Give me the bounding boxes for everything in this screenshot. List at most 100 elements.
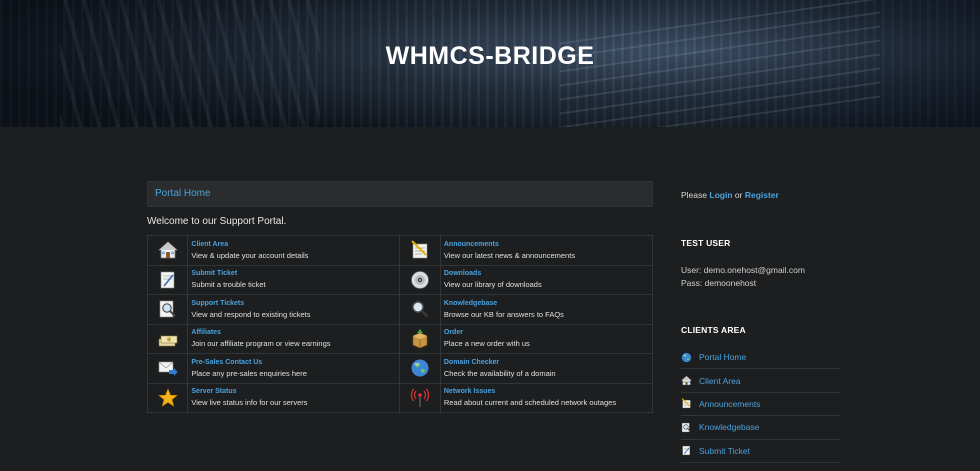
grid-icon-cell (146, 353, 189, 384)
globe-icon (681, 352, 692, 363)
disc-icon (410, 270, 430, 290)
grid-item-link[interactable]: Downloads (444, 269, 652, 279)
grid-row: Server Status View live status info for o… (146, 382, 654, 413)
house-icon (158, 240, 178, 260)
clients-area-item: Knowledgebase (681, 416, 841, 440)
login-prefix: Please (681, 190, 707, 200)
grid-icon-cell (146, 323, 189, 354)
announcement-icon (681, 398, 692, 409)
breadcrumb: Portal Home (147, 181, 653, 207)
clients-area-item: Submit Ticket (681, 440, 841, 463)
login-prompt: Please Login or Register (681, 190, 841, 200)
grid-item-description: Read about current and scheduled network… (443, 398, 617, 408)
grid-text-cell: Downloads View our library of downloads (439, 264, 654, 295)
site-title: WHMCS-BRIDGE (385, 42, 595, 70)
grid-text-cell: Knowledgebase Browse our KB for answers t… (439, 294, 654, 325)
welcome-text: Welcome to our Support Portal. (147, 216, 287, 227)
grid-item-description: View & update your account details (191, 250, 309, 260)
grid-text-cell: Support Tickets View and respond to exist… (187, 294, 401, 325)
test-user-heading: TEST USER (681, 238, 731, 248)
grid-icon-cell (146, 264, 189, 295)
magnifier-icon (410, 299, 430, 319)
grid-text-cell: Pre-Sales Contact Us Place any pre-sales … (187, 353, 401, 384)
clients-area-link[interactable]: Client Area (699, 376, 741, 386)
grid-item-description: Browse our KB for answers to FAQs (443, 309, 564, 319)
register-link[interactable]: Register (745, 190, 779, 200)
login-or: or (734, 190, 743, 200)
star-icon (158, 388, 178, 408)
clients-area-link[interactable]: Portal Home (699, 352, 746, 362)
clients-area-link[interactable]: Submit Ticket (699, 446, 750, 456)
money-icon (158, 329, 178, 349)
grid-row: Affiliates Join our affiliate program or … (146, 323, 654, 354)
grid-icon-cell (399, 323, 441, 354)
grid-item-link[interactable]: Order (444, 328, 652, 338)
test-user-password: Pass: demoonehost (681, 278, 757, 288)
ticket-icon (681, 445, 692, 456)
grid-item-description: View our latest news & announcements (443, 250, 576, 260)
test-user-info: User: demo.onehost@gmail.com Pass: demoo… (681, 264, 805, 290)
grid-row: Pre-Sales Contact Us Place any pre-sales … (146, 353, 654, 384)
clients-area-menu: Portal Home Client Area Announcements Knowl… (681, 346, 841, 463)
grid-icon-cell (399, 353, 441, 384)
grid-icon-cell (399, 235, 441, 266)
globe-icon (410, 358, 430, 378)
sidebar: Please Login or Register TEST USER User:… (681, 190, 841, 463)
clients-area-item: Portal Home (681, 346, 841, 370)
grid-text-cell: Announcements View our latest news & anno… (439, 235, 654, 266)
grid-item-description: Place a new order with us (443, 339, 530, 349)
grid-item-link[interactable]: Submit Ticket (191, 269, 399, 279)
grid-text-cell: Domain Checker Check the availability of … (439, 353, 654, 384)
antenna-icon (410, 388, 430, 408)
grid-text-cell: Order Place a new order with us (439, 323, 654, 354)
grid-item-description: View our library of downloads (443, 280, 542, 290)
grid-item-link[interactable]: Pre-Sales Contact Us (191, 358, 399, 368)
house-icon (681, 375, 692, 386)
grid-item-description: Join our affiliate program or view earni… (191, 339, 331, 349)
clients-area-item: Announcements (681, 393, 841, 417)
grid-icon-cell (146, 382, 189, 413)
grid-item-description: View live status info for our servers (191, 398, 308, 408)
grid-icon-cell (399, 294, 441, 325)
grid-text-cell: Network Issues Read about current and sch… (439, 382, 654, 413)
grid-item-link[interactable]: Affiliates (191, 328, 399, 338)
grid-item-link[interactable]: Knowledgebase (444, 299, 652, 309)
ticket-icon (158, 270, 178, 290)
grid-item-description: Submit a trouble ticket (191, 280, 266, 290)
grid-icon-cell (146, 235, 189, 266)
portal-links-grid: Client Area View & update your account de… (146, 235, 654, 413)
clients-area-link[interactable]: Announcements (699, 399, 760, 409)
grid-item-link[interactable]: Server Status (191, 387, 399, 397)
grid-item-description: View and respond to existing tickets (191, 309, 311, 319)
magnifier-doc-icon (158, 299, 178, 319)
contact-arrow-icon (158, 358, 178, 378)
grid-item-link[interactable]: Network Issues (444, 387, 652, 397)
announcement-icon (410, 240, 430, 260)
grid-item-link[interactable]: Domain Checker (444, 358, 652, 368)
grid-text-cell: Server Status View live status info for o… (187, 382, 401, 413)
grid-icon-cell (399, 382, 441, 413)
clients-area-heading: CLIENTS AREA (681, 325, 746, 335)
main-content: Portal Home Welcome to our Support Porta… (146, 181, 654, 413)
grid-icon-cell (399, 264, 441, 295)
hero-banner: WHMCS-BRIDGE (0, 0, 980, 127)
grid-row: Submit Ticket Submit a trouble ticket Down… (146, 264, 654, 295)
grid-item-description: Check the availability of a domain (443, 368, 556, 378)
clients-area-link[interactable]: Knowledgebase (699, 422, 760, 432)
grid-row: Client Area View & update your account de… (146, 235, 654, 266)
login-link[interactable]: Login (709, 190, 732, 200)
grid-text-cell: Client Area View & update your account de… (187, 235, 401, 266)
grid-item-link[interactable]: Announcements (444, 240, 652, 250)
test-user-email: User: demo.onehost@gmail.com (681, 265, 805, 275)
grid-text-cell: Submit Ticket Submit a trouble ticket (187, 264, 401, 295)
grid-text-cell: Affiliates Join our affiliate program or … (187, 323, 401, 354)
grid-icon-cell (146, 294, 189, 325)
grid-row: Support Tickets View and respond to exist… (146, 294, 654, 325)
magnifier-doc-icon (681, 422, 692, 433)
package-icon (410, 329, 430, 349)
grid-item-link[interactable]: Support Tickets (191, 299, 399, 309)
grid-item-description: Place any pre-sales enquiries here (191, 368, 307, 378)
grid-item-link[interactable]: Client Area (191, 240, 399, 250)
clients-area-item: Client Area (681, 369, 841, 393)
breadcrumb-portal-home-link[interactable]: Portal Home (155, 188, 211, 199)
